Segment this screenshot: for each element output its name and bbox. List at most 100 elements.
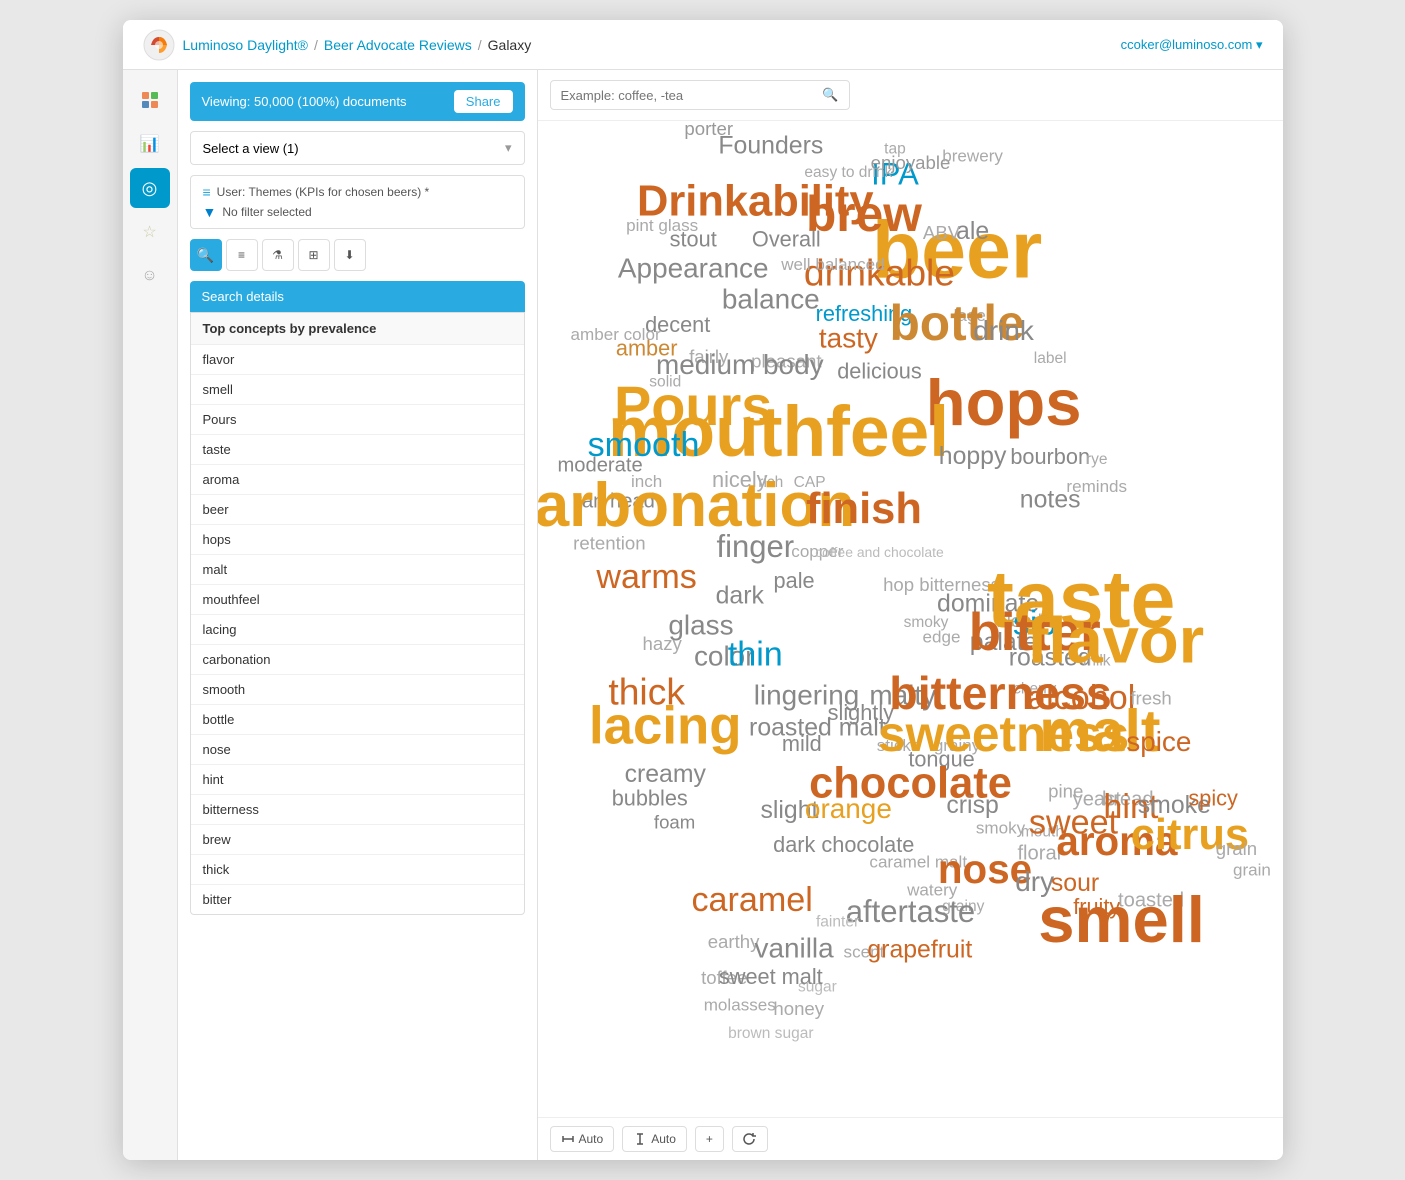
concept-item[interactable]: mouthfeel — [191, 585, 524, 615]
concept-item[interactable]: carbonation — [191, 645, 524, 675]
toolbar-list-button[interactable]: ≡ — [226, 239, 258, 271]
word-cloud-word[interactable]: hazy — [642, 633, 682, 654]
sidebar-item-face[interactable]: ☺ — [130, 256, 170, 296]
sidebar-item-grid[interactable] — [130, 80, 170, 120]
auto-y-button[interactable]: Auto — [622, 1126, 687, 1152]
concept-item[interactable]: smell — [191, 375, 524, 405]
word-cloud-word[interactable]: ABV — [922, 222, 960, 243]
word-cloud-word[interactable]: balance — [721, 284, 819, 315]
concept-item[interactable]: hops — [191, 525, 524, 555]
word-cloud-word[interactable]: easy to drink — [804, 164, 892, 181]
reset-button[interactable] — [732, 1126, 768, 1152]
word-cloud-word[interactable]: edge — [922, 627, 960, 646]
concept-item[interactable]: hint — [191, 765, 524, 795]
concept-item[interactable]: brew — [191, 825, 524, 855]
word-cloud-word[interactable]: molasses — [703, 995, 775, 1014]
word-cloud-word[interactable]: Founders — [718, 133, 823, 160]
concept-item[interactable]: bitter — [191, 885, 524, 914]
concept-item[interactable]: lacing — [191, 615, 524, 645]
concept-item[interactable]: malt — [191, 555, 524, 585]
word-cloud-word[interactable]: grain — [1215, 838, 1256, 859]
word-cloud-word[interactable]: retention — [573, 532, 645, 553]
concept-item[interactable]: nose — [191, 735, 524, 765]
word-cloud-word[interactable]: foam — [653, 812, 694, 833]
word-cloud-word[interactable]: pint glass — [626, 216, 698, 235]
concept-item[interactable]: thick — [191, 855, 524, 885]
concept-item[interactable]: smooth — [191, 675, 524, 705]
select-view-dropdown[interactable]: Select a view (1) ▾ — [190, 131, 525, 165]
word-cloud-word[interactable]: aftertaste — [845, 894, 974, 929]
word-cloud-word[interactable]: coffee and chocolate — [815, 544, 944, 560]
zoom-in-button[interactable]: + — [695, 1126, 724, 1152]
sidebar-item-chart[interactable]: 📊 — [130, 124, 170, 164]
word-cloud-word[interactable]: orange — [804, 793, 891, 824]
search-input[interactable] — [561, 88, 815, 103]
word-cloud-word[interactable]: hops — [925, 366, 1081, 439]
word-cloud-word[interactable]: fainter — [815, 913, 858, 930]
word-cloud-word[interactable]: ale — [956, 218, 989, 245]
word-cloud-word[interactable]: vanilla — [754, 933, 834, 964]
word-cloud-word[interactable]: thin — [727, 636, 782, 674]
word-cloud-word[interactable]: grapefruit — [867, 937, 972, 964]
toolbar-search-button[interactable]: 🔍 — [190, 239, 222, 271]
search-submit-icon[interactable]: 🔍 — [822, 87, 838, 103]
word-cloud-word[interactable]: flavor — [1026, 604, 1203, 677]
concept-item[interactable]: bitterness — [191, 795, 524, 825]
toolbar: 🔍 ≡ ⚗ ⊞ ⬇ — [190, 239, 525, 271]
word-cloud-word[interactable]: hoppy — [938, 443, 1006, 470]
word-cloud-word[interactable]: bubbles — [611, 785, 687, 810]
search-input-wrap[interactable]: 🔍 — [550, 80, 850, 110]
word-cloud-word[interactable]: creamy — [624, 761, 706, 788]
word-cloud-word[interactable]: tasty — [818, 323, 877, 354]
word-cloud-word[interactable]: rye — [1085, 451, 1107, 468]
viewing-bar: Viewing: 50,000 (100%) documents Share — [190, 82, 525, 121]
word-cloud-word[interactable]: grain — [1232, 860, 1270, 879]
breadcrumb: Luminoso Daylight® / Beer Advocate Revie… — [183, 37, 532, 53]
word-cloud-word[interactable]: caramel — [691, 881, 812, 919]
toolbar-table-button[interactable]: ⊞ — [298, 239, 330, 271]
word-cloud-word[interactable]: dark — [715, 583, 764, 610]
concept-item[interactable]: taste — [191, 435, 524, 465]
word-cloud-word[interactable]: porter — [684, 121, 733, 139]
word-cloud-word[interactable]: smell — [1038, 883, 1205, 956]
word-cloud-word[interactable]: finish — [806, 485, 922, 533]
word-cloud-word[interactable]: delicious — [837, 359, 922, 384]
word-cloud-word[interactable]: Appearance — [617, 253, 768, 284]
word-cloud-word[interactable]: crisp — [946, 792, 998, 819]
word-cloud-word[interactable]: reminds — [1066, 477, 1127, 496]
concept-item[interactable]: bottle — [191, 705, 524, 735]
word-cloud-word[interactable]: bourbon — [1010, 444, 1090, 469]
concept-item[interactable]: beer — [191, 495, 524, 525]
word-cloud-word[interactable]: well balanced — [780, 255, 884, 274]
word-cloud-word[interactable]: brewery — [942, 146, 1003, 165]
app-window: Luminoso Daylight® / Beer Advocate Revie… — [123, 20, 1283, 1160]
sidebar-item-galaxy[interactable]: ◎ — [130, 168, 170, 208]
word-cloud-word[interactable]: finger — [716, 529, 794, 564]
word-cloud-word[interactable]: drink — [973, 315, 1034, 346]
word-cloud-word[interactable]: amber color — [570, 325, 660, 344]
word-cloud-word[interactable]: honey — [773, 998, 824, 1019]
share-button[interactable]: Share — [454, 90, 513, 113]
word-cloud-word[interactable]: roasted malt — [749, 715, 886, 742]
toolbar-filter-button[interactable]: ⚗ — [262, 239, 294, 271]
word-cloud-word[interactable]: sweet malt — [718, 964, 822, 989]
user-menu[interactable]: ccoker@luminoso.com ▾ — [1121, 37, 1263, 53]
sidebar-item-star[interactable]: ☆ — [130, 212, 170, 252]
concept-item[interactable]: Pours — [191, 405, 524, 435]
word-cloud-word[interactable]: brown sugar — [728, 1025, 813, 1042]
word-cloud-word[interactable]: spice — [1126, 726, 1191, 757]
auto-x-button[interactable]: Auto — [550, 1126, 615, 1152]
breadcrumb-project[interactable]: Beer Advocate Reviews — [324, 37, 472, 53]
word-cloud-word[interactable]: smoky — [975, 818, 1025, 837]
word-cloud-word[interactable]: warms — [595, 558, 696, 596]
word-cloud-word[interactable]: earthy — [707, 931, 759, 952]
concept-item[interactable]: flavor — [191, 345, 524, 375]
word-cloud-word[interactable]: label — [1033, 350, 1066, 367]
breadcrumb-home[interactable]: Luminoso Daylight® — [183, 37, 309, 53]
concept-item[interactable]: aroma — [191, 465, 524, 495]
word-cloud-word[interactable]: Overall — [751, 227, 820, 252]
word-cloud-word[interactable]: pale — [773, 568, 814, 593]
word-cloud-word[interactable]: lacing — [589, 696, 741, 755]
toolbar-download-button[interactable]: ⬇ — [334, 239, 366, 271]
word-cloud-word[interactable]: spicy — [1188, 785, 1238, 810]
